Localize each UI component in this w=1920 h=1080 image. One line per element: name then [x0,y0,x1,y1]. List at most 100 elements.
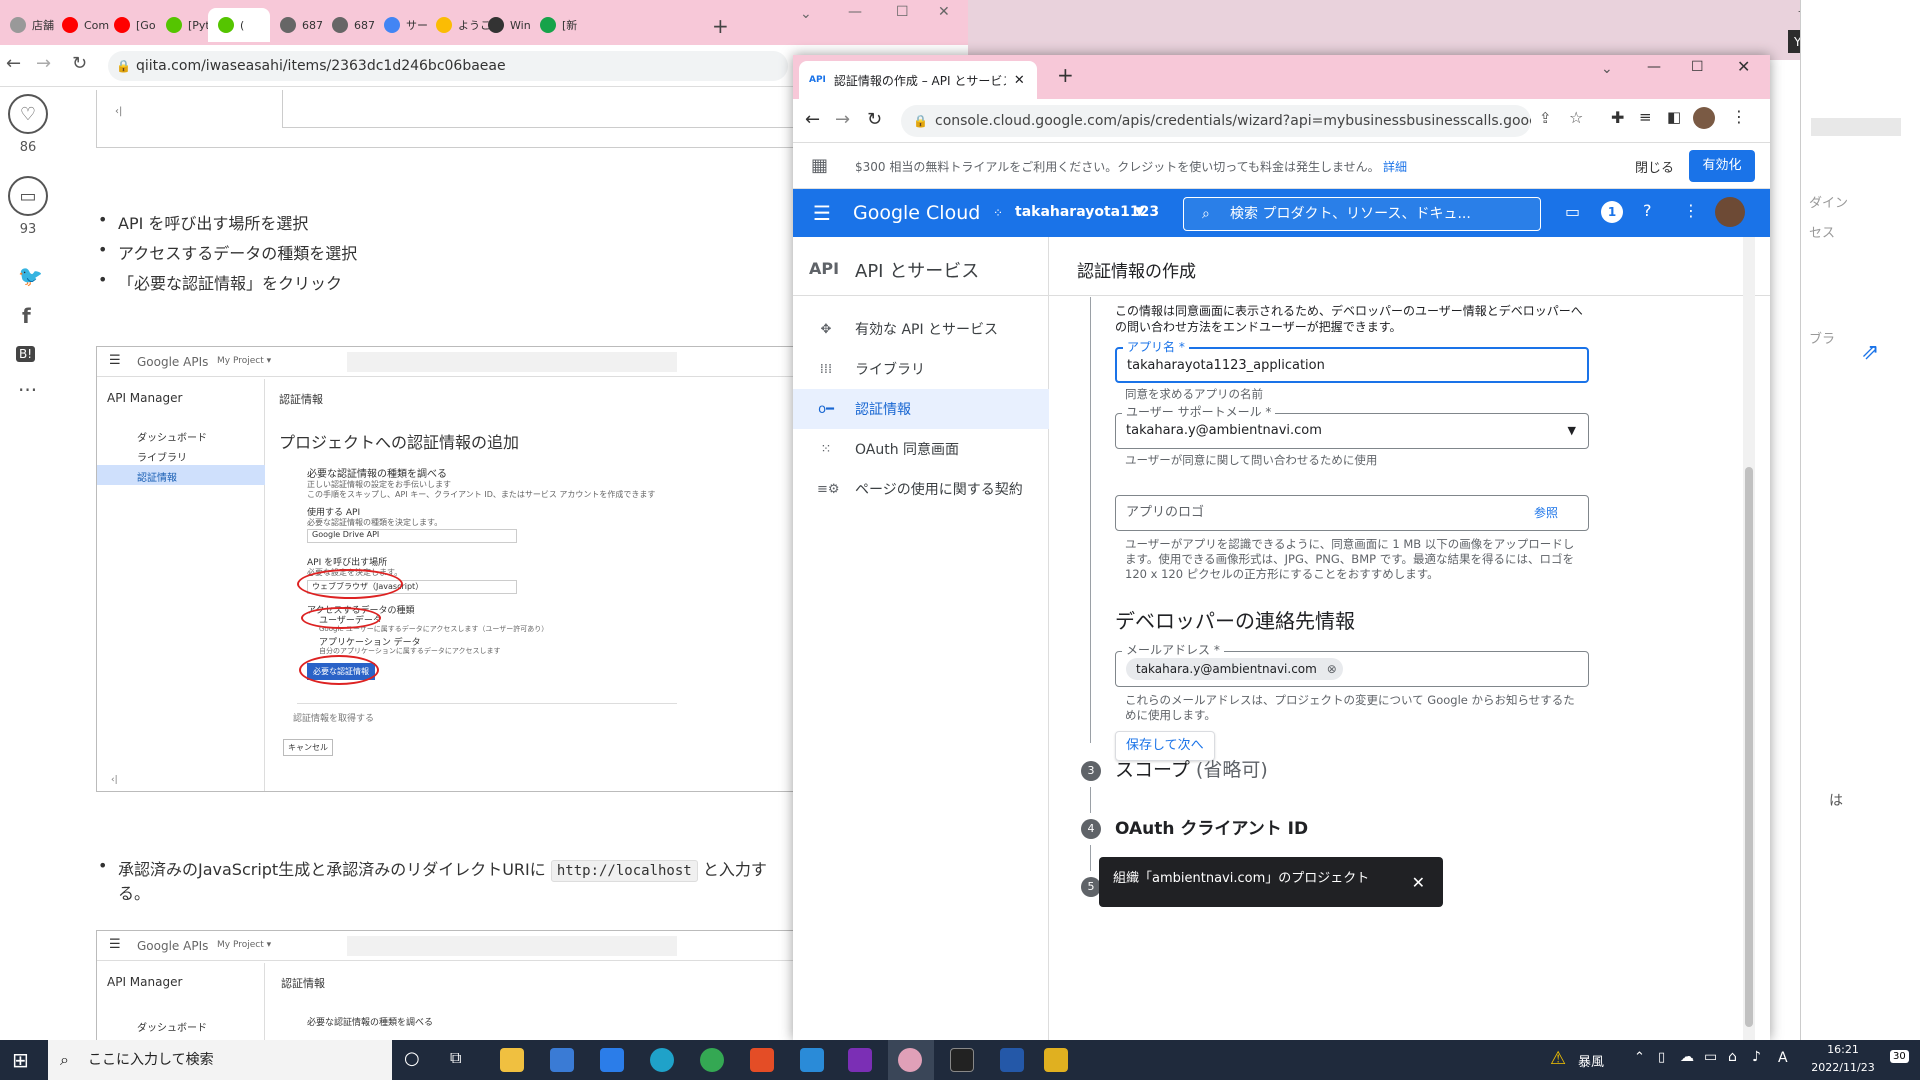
weather-text[interactable]: 暴風 [1578,1051,1604,1070]
app-name-field[interactable]: アプリ名 * takaharayota1123_application [1115,340,1589,383]
profile-avatar[interactable] [1693,107,1715,129]
banner-details-link[interactable]: 詳細 [1383,158,1407,175]
weather-warning-icon[interactable]: ⚠ [1550,1048,1566,1069]
ime-indicator[interactable]: A [1778,1050,1788,1066]
chrome-profile-icon[interactable] [898,1048,922,1072]
cortana-icon[interactable]: ○ [404,1048,420,1069]
vscode-icon[interactable] [800,1048,824,1072]
scrollbar-thumb[interactable] [1745,467,1753,1027]
shot-divider [297,703,677,704]
minimize-icon[interactable]: — [1647,59,1661,75]
step3-title[interactable]: スコープ (省略可) [1115,755,1268,782]
clock-time[interactable]: 16:21 [1808,1043,1878,1056]
side-field[interactable] [1811,118,1901,136]
more-icon[interactable]: ··· [18,378,37,402]
terminal-icon[interactable] [950,1048,974,1072]
reload-icon[interactable]: ↻ [867,109,882,130]
app-icon[interactable] [1044,1048,1068,1072]
chevron-up-icon[interactable]: ⌃ [1634,1050,1645,1065]
nav-item-label: ライブラリ [855,362,925,378]
facebook-icon[interactable]: f [22,304,31,328]
developer-email-field[interactable]: メールアドレス * takahara.y@ambientnavi.com ⊗ [1115,643,1589,687]
nav-item-enabled-apis[interactable]: ✥ 有効な API とサービス [793,309,1049,349]
onedrive-icon[interactable]: ☁ [1680,1049,1694,1065]
task-view-icon[interactable]: ⧉ [450,1048,461,1068]
close-icon[interactable]: ✕ [938,4,950,20]
kebab-menu-icon[interactable]: ⋮ [1731,107,1747,126]
store-icon[interactable] [550,1048,574,1072]
edge-icon[interactable] [650,1048,674,1072]
close-tab-icon[interactable]: ✕ [1014,73,1025,88]
volume-icon[interactable]: ♪ [1752,1049,1761,1065]
banner-dismiss-button[interactable]: 閉じる [1635,157,1674,176]
reload-icon[interactable]: ↻ [72,53,87,74]
hamburger-menu-icon[interactable]: ☰ [813,201,831,225]
hatena-bookmark-icon[interactable]: B! [16,346,36,362]
back-icon[interactable]: ← [805,109,820,130]
stock-icon[interactable]: ▭ [8,176,48,216]
support-email-select[interactable]: ユーザー サポートメール * takahara.y@ambientnavi.co… [1115,405,1589,449]
forward-icon[interactable]: → [36,53,51,74]
shot-step1: 必要な認証情報の種類を調べる [307,469,447,480]
browser-tab[interactable]: [新 [530,8,587,42]
browse-button[interactable]: 参照 [1534,496,1558,530]
step4-title[interactable]: OAuth クライアント ID [1115,814,1308,839]
active-tab[interactable]: API 認証情報の作成 – API とサービス – ✕ [799,61,1037,99]
extensions-icon[interactable]: ✚ [1611,108,1624,127]
app-logo-field[interactable]: アプリのロゴ 参照 [1115,495,1589,531]
twitter-icon[interactable]: 🐦 [18,264,43,288]
toast-text: 組織「ambientnavi.com」のプロジェクト [1113,871,1370,886]
new-tab-icon[interactable]: + [712,14,729,38]
help-icon[interactable]: ? [1643,201,1652,220]
clock-date[interactable]: 2022/11/23 [1800,1061,1886,1074]
tab-search-icon[interactable]: ⌄ [800,6,812,22]
powershell-icon[interactable] [1000,1048,1024,1072]
network-icon[interactable]: ⌂ [1728,1049,1737,1065]
external-link-icon[interactable]: ⇗ [1861,340,1879,365]
nav-item-library[interactable]: ⁞⁞⁞ ライブラリ [793,349,1049,389]
back-icon[interactable]: ← [6,53,21,74]
mail-icon[interactable] [600,1048,624,1072]
google-cloud-logo[interactable]: Google Cloud [853,202,980,224]
activate-button[interactable]: 有効化 [1689,150,1755,182]
media-icon[interactable]: ≡ [1639,108,1652,126]
file-explorer-icon[interactable] [500,1048,524,1072]
chevron-down-icon[interactable]: ▼ [1135,204,1144,218]
notification-count[interactable]: 30 [1890,1050,1909,1063]
chrome-icon[interactable] [700,1048,724,1072]
new-tab-icon[interactable]: + [1057,63,1074,87]
red-highlight-circle [301,607,381,629]
url-field[interactable]: 🔒 console.cloud.google.com/apis/credenti… [901,105,1531,137]
share-icon[interactable]: ⇪ [1539,109,1552,127]
meet-icon[interactable]: ▯ [1658,1050,1665,1065]
step-number: 3 [1081,761,1101,781]
onenote-icon[interactable] [848,1048,872,1072]
nav-item-oauth-consent[interactable]: ⁙ OAuth 同意画面 [793,429,1049,469]
windows-start-icon[interactable]: ⊞ [12,1048,29,1072]
remove-chip-icon[interactable]: ⊗ [1327,658,1337,680]
matlab-icon[interactable] [750,1048,774,1072]
browser-tab[interactable]: ( [208,8,270,42]
app-name-value: takaharayota1123_application [1127,358,1325,373]
minimize-icon[interactable]: — [848,4,862,20]
side-panel-icon[interactable]: ◧ [1667,108,1681,126]
close-icon[interactable]: ✕ [1737,57,1750,76]
bookmark-star-icon[interactable]: ☆ [1569,108,1583,127]
notification-badge[interactable]: 1 [1601,201,1623,223]
nav-item-credentials[interactable]: o━ 認証情報 [793,389,1049,429]
more-vert-icon[interactable]: ⋮ [1683,201,1699,220]
forward-icon[interactable]: → [835,109,850,130]
nav-item-page-usage[interactable]: ≡⚙ ページの使用に関する契約 [793,469,1049,509]
url-field[interactable]: 🔒 qiita.com/iwaseasahi/items/2363dc1d246… [108,51,788,81]
taskbar-search-input[interactable]: ⌕ ここに入力して検索 [48,1040,392,1080]
account-avatar[interactable] [1715,197,1745,227]
battery-icon[interactable]: ▭ [1704,1049,1717,1065]
tab-search-icon[interactable]: ⌄ [1601,61,1613,77]
cloud-shell-icon[interactable]: ▭ [1565,202,1580,221]
close-toast-icon[interactable]: ✕ [1412,873,1425,892]
maximize-icon[interactable]: ☐ [896,4,909,20]
like-icon[interactable]: ♡ [8,94,48,134]
maximize-icon[interactable]: ☐ [1691,59,1704,75]
scrollbar-track[interactable] [1743,237,1755,1040]
search-input[interactable]: ⌕ 検索 プロダクト、リソース、ドキュ... [1183,197,1541,231]
